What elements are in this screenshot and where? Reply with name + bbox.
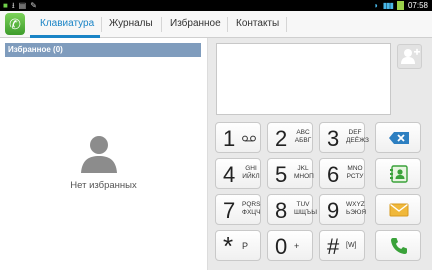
voicemail-icon bbox=[242, 135, 256, 142]
key-digit: 3 bbox=[327, 126, 340, 151]
clock: 07:58 bbox=[407, 1, 428, 10]
key-2[interactable]: 2 ABC АБВГ bbox=[267, 122, 313, 153]
phone-icon[interactable]: ✆ bbox=[5, 13, 25, 35]
tab-contacts[interactable]: Контакты bbox=[236, 11, 279, 38]
key-digit: 1 bbox=[223, 126, 236, 151]
tab-divider bbox=[101, 17, 102, 32]
key-digit: # bbox=[327, 234, 340, 259]
contact-card-icon bbox=[390, 165, 408, 183]
notification-icons: ■ ⭳ ▤ ✎ bbox=[3, 1, 37, 10]
message-icon bbox=[389, 203, 409, 217]
tab-keypad[interactable]: Клавиатура bbox=[40, 11, 94, 38]
tab-divider bbox=[227, 17, 228, 32]
status-bar: ■ ⭳ ▤ ✎ ◗ ▮▮▮ 07:58 bbox=[0, 0, 432, 11]
key-4[interactable]: 4 GHI ИЙКЛ bbox=[215, 158, 261, 189]
favorites-pane: Избранное (0) Нет избранных bbox=[0, 38, 207, 270]
tab-divider bbox=[286, 17, 287, 32]
signal-icon: ▮▮▮ bbox=[382, 1, 394, 10]
key-digit: * bbox=[223, 231, 234, 261]
document-icon: ▤ bbox=[18, 1, 27, 10]
key-letters: PQRS ФХЦЧ bbox=[242, 201, 261, 216]
key-letters: + bbox=[294, 241, 300, 251]
tab-logs[interactable]: Журналы bbox=[109, 11, 153, 38]
key-letters: TUV ШЩЪЫ bbox=[294, 201, 317, 216]
key-digit: 8 bbox=[275, 198, 288, 223]
tab-divider bbox=[161, 17, 162, 32]
key-star[interactable]: * P bbox=[215, 230, 261, 261]
key-6[interactable]: 6 MNO РСТУ bbox=[319, 158, 365, 189]
green-phone-notification-icon: ■ bbox=[3, 1, 8, 10]
system-icons: ◗ ▮▮▮ 07:58 bbox=[374, 0, 428, 11]
key-0[interactable]: 0 + bbox=[267, 230, 313, 261]
no-favorites-text: Нет избранных bbox=[70, 180, 137, 191]
key-8[interactable]: 8 TUV ШЩЪЫ bbox=[267, 194, 317, 225]
add-contact-button[interactable] bbox=[397, 44, 422, 69]
key-7[interactable]: 7 PQRS ФХЦЧ bbox=[215, 194, 261, 225]
key-hash[interactable]: # [W] bbox=[319, 230, 365, 261]
key-9[interactable]: 9 WXYZ ЬЭЮЯ bbox=[319, 194, 367, 225]
key-letters: JKL МНОП bbox=[294, 165, 314, 180]
wifi-icon: ◗ bbox=[373, 1, 379, 10]
person-placeholder-icon bbox=[81, 136, 117, 173]
key-letters: [W] bbox=[346, 242, 357, 249]
add-contact-icon bbox=[401, 48, 420, 64]
battery-icon bbox=[396, 1, 404, 10]
key-digit: 4 bbox=[223, 162, 236, 187]
key-letters: MNO РСТУ bbox=[346, 165, 364, 180]
call-button[interactable] bbox=[375, 230, 421, 261]
key-1[interactable]: 1 bbox=[215, 122, 261, 153]
key-letters: GHI ИЙКЛ bbox=[242, 165, 260, 180]
edit-icon: ✎ bbox=[30, 1, 37, 10]
favorites-header: Избранное (0) bbox=[5, 43, 201, 57]
download-icon: ⭳ bbox=[11, 1, 15, 10]
key-5[interactable]: 5 JKL МНОП bbox=[267, 158, 314, 189]
backspace-button[interactable] bbox=[375, 122, 421, 153]
call-icon bbox=[391, 238, 407, 254]
dialer-pane: 1 2 ABC АБВГ 3 DEF ДЕЁЖЗ 4 GHI ИЙКЛ 5 JK… bbox=[208, 38, 432, 270]
tab-bar: ✆ Клавиатура Журналы Избранное Контакты bbox=[0, 11, 432, 38]
key-digit: 9 bbox=[327, 198, 340, 223]
key-letters: DEF ДЕЁЖЗ bbox=[346, 129, 369, 144]
backspace-icon bbox=[389, 132, 409, 144]
message-button[interactable] bbox=[375, 194, 421, 225]
number-display[interactable] bbox=[216, 43, 391, 115]
key-digit: 6 bbox=[327, 162, 340, 187]
key-letters: WXYZ ЬЭЮЯ bbox=[346, 201, 367, 216]
tab-favorites[interactable]: Избранное bbox=[170, 11, 221, 38]
contact-card-button[interactable] bbox=[375, 158, 421, 189]
key-letters: ABC АБВГ bbox=[294, 129, 312, 144]
key-letters: P bbox=[242, 241, 249, 251]
key-3[interactable]: 3 DEF ДЕЁЖЗ bbox=[319, 122, 369, 153]
key-digit: 0 bbox=[275, 234, 288, 259]
key-digit: 2 bbox=[275, 126, 288, 151]
key-digit: 5 bbox=[275, 162, 288, 187]
key-digit: 7 bbox=[223, 198, 236, 223]
